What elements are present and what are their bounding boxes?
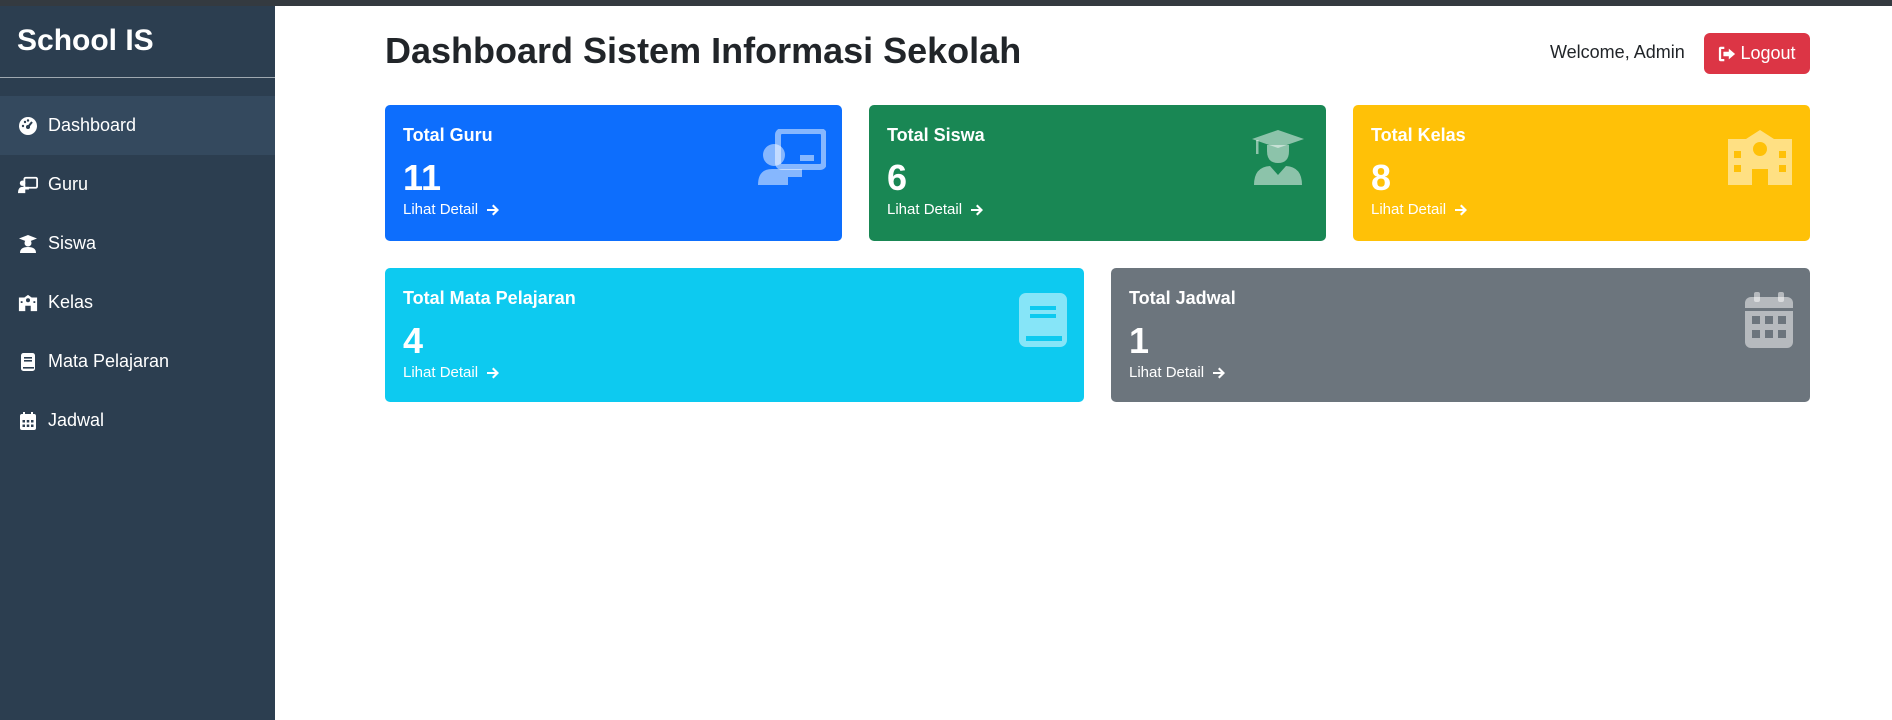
school-icon xyxy=(1726,129,1794,185)
sidebar-item-mata-pelajaran[interactable]: Mata Pelajaran xyxy=(0,332,275,391)
sidebar-item-dashboard[interactable]: Dashboard xyxy=(0,96,275,155)
brand-title: School IS xyxy=(0,6,275,78)
card-detail-link[interactable]: Lihat Detail xyxy=(887,201,984,218)
sidebar-item-siswa[interactable]: Siswa xyxy=(0,214,275,273)
sidebar-item-jadwal[interactable]: Jadwal xyxy=(0,391,275,450)
sidebar-item-guru[interactable]: Guru xyxy=(0,155,275,214)
card-detail-link[interactable]: Lihat Detail xyxy=(1371,201,1468,218)
chalkboard-teacher-icon xyxy=(758,128,827,185)
card-label: Total Kelas xyxy=(1371,125,1466,145)
calendar-icon xyxy=(1744,292,1794,348)
card-label: Total Mata Pelajaran xyxy=(403,288,576,308)
logout-label: Logout xyxy=(1740,43,1796,63)
card-label: Total Guru xyxy=(403,125,493,145)
welcome-text: Welcome, Admin xyxy=(1550,42,1685,62)
card-label: Total Jadwal xyxy=(1129,288,1236,308)
card-label: Total Siswa xyxy=(887,125,985,145)
sidebar-item-label: Mata Pelajaran xyxy=(48,351,170,371)
calendar-icon xyxy=(16,410,40,432)
chalkboard-teacher-icon xyxy=(16,174,40,196)
page-title: Dashboard Sistem Informasi Sekolah xyxy=(385,30,1022,71)
card-value: 11 xyxy=(403,157,442,198)
stat-card-mata-pelajaran: Total Mata Pelajaran 4 Lihat Detail xyxy=(385,268,1084,402)
stat-card-jadwal: Total Jadwal 1 Lihat Detail xyxy=(1111,268,1810,402)
card-detail-link[interactable]: Lihat Detail xyxy=(403,364,500,381)
stat-card-siswa: Total Siswa 6 Lihat Detail xyxy=(869,105,1326,241)
user-graduate-icon xyxy=(1250,129,1306,185)
sidebar-item-label: Dashboard xyxy=(48,115,137,135)
card-detail-link[interactable]: Lihat Detail xyxy=(1129,364,1226,381)
window-top-strip xyxy=(0,0,1892,6)
book-icon xyxy=(16,351,40,373)
stat-card-guru: Total Guru 11 Lihat Detail xyxy=(385,105,842,241)
arrow-right-icon xyxy=(1455,204,1468,215)
arrow-right-icon xyxy=(487,204,500,215)
card-value: 8 xyxy=(1371,157,1392,198)
sidebar-nav: Dashboard Guru Siswa Kelas Mata Pelajara… xyxy=(0,96,275,450)
logout-button[interactable]: Logout xyxy=(1704,33,1810,74)
arrow-right-icon xyxy=(971,204,984,215)
sidebar-item-kelas[interactable]: Kelas xyxy=(0,273,275,332)
card-value: 4 xyxy=(403,320,424,361)
stat-card-kelas: Total Kelas 8 Lihat Detail xyxy=(1353,105,1810,241)
sidebar-item-label: Kelas xyxy=(48,292,94,312)
arrow-right-icon xyxy=(487,367,500,378)
card-value: 6 xyxy=(887,157,908,198)
sidebar-item-label: Siswa xyxy=(48,233,97,253)
sign-out-icon xyxy=(1719,46,1736,61)
user-graduate-icon xyxy=(16,233,40,255)
book-icon xyxy=(1018,292,1068,348)
dashboard-icon xyxy=(16,115,40,137)
sidebar-item-label: Jadwal xyxy=(48,410,105,430)
school-icon xyxy=(16,292,40,314)
card-detail-link[interactable]: Lihat Detail xyxy=(403,201,500,218)
arrow-right-icon xyxy=(1213,367,1226,378)
sidebar: School IS Dashboard Guru Siswa Kelas Mat… xyxy=(0,6,275,720)
sidebar-item-label: Guru xyxy=(48,174,89,194)
card-value: 1 xyxy=(1129,320,1150,361)
